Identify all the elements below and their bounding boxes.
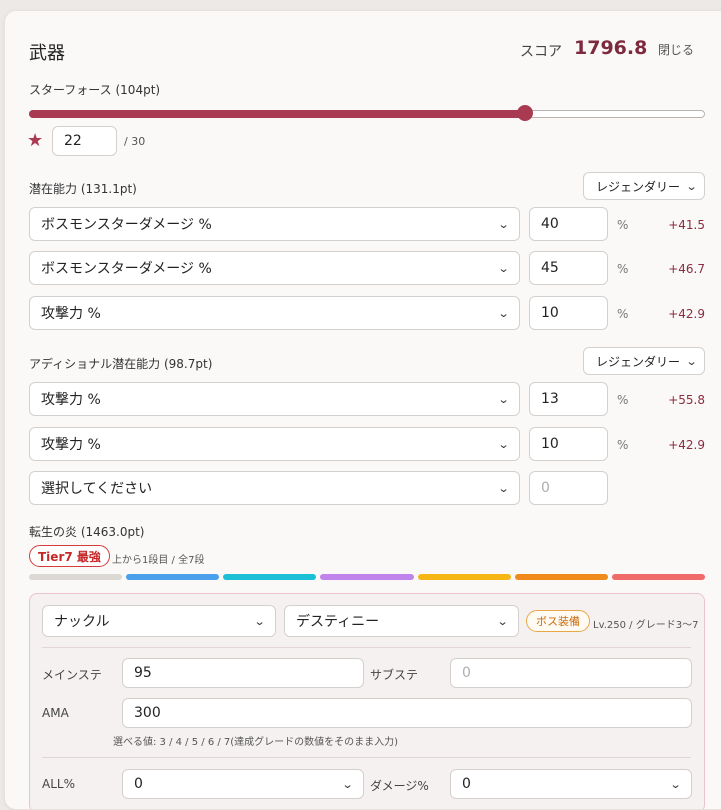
damage-value: 0 [462,776,471,792]
boss-equipment-badge: ボス装備 [526,610,590,632]
all-stat-select[interactable]: 0 ⌄ [122,769,364,799]
additional-stat-select-3[interactable]: 選択してください ⌄ [29,471,520,505]
star-icon: ★ [27,130,44,151]
level-grade-text: Lv.250 / グレード3〜7 [593,620,699,631]
chevron-down-icon: ⌄ [496,614,509,628]
chevron-down-icon: ⌄ [497,306,510,320]
potential-value-input-3[interactable] [529,296,608,330]
potential-stat-select-1[interactable]: ボスモンスターダメージ % ⌄ [29,207,520,241]
chevron-down-icon: ⌄ [497,392,510,406]
potential-delta-2: +46.7 [668,262,705,276]
close-button[interactable]: 閉じる [658,41,694,58]
starforce-max: / 30 [124,135,146,148]
damage-label: ダメージ% [370,779,429,793]
damage-select[interactable]: 0 ⌄ [450,769,692,799]
potential-unit-2: % [617,262,629,276]
additional-delta-2: +42.9 [668,438,705,452]
score-value: 1796.8 [574,37,648,59]
ama-input[interactable] [122,698,692,728]
tier-segment-4 [320,574,414,580]
chevron-down-icon: ⌄ [497,217,510,231]
additional-grade-value: レジェンダリー [596,354,681,369]
chevron-down-icon: ⌄ [669,777,682,791]
all-stat-value: 0 [134,776,143,792]
potential-delta-3: +42.9 [668,307,705,321]
divider [42,647,691,648]
additional-value-input-2[interactable] [529,427,608,461]
weapon-set-value: デスティニー [296,614,380,630]
potential-stat-value-2: ボスモンスターダメージ % [41,261,212,277]
additional-stat-select-2[interactable]: 攻撃力 % ⌄ [29,427,520,461]
divider [42,757,691,758]
main-stat-label: メインステ [42,668,102,682]
weapon-type-select[interactable]: ナックル ⌄ [42,605,276,637]
additional-value-input-3[interactable] [529,471,608,505]
additional-value-input-1[interactable] [529,382,608,416]
tier-segment-1 [29,574,123,580]
additional-label: アディショナル潜在能力 (98.7pt) [29,357,213,371]
potential-grade-select[interactable]: レジェンダリー ⌄ [583,172,705,200]
weapon-set-select[interactable]: デスティニー ⌄ [284,605,519,637]
potential-value-input-1[interactable] [529,207,608,241]
additional-stat-select-1[interactable]: 攻撃力 % ⌄ [29,382,520,416]
potential-stat-select-2[interactable]: ボスモンスターダメージ % ⌄ [29,251,520,285]
tier-segment-5 [417,574,511,580]
main-stat-input[interactable] [122,658,364,688]
tier-segment-3 [223,574,317,580]
potential-label: 潜在能力 (131.1pt) [29,182,137,196]
tier-badge: Tier7 最強 [29,545,110,567]
potential-delta-1: +41.5 [668,218,705,232]
tier-description: 上から1段目 / 全7段 [112,555,205,566]
potential-value-input-2[interactable] [529,251,608,285]
panel-title: 武器 [29,43,65,64]
potential-stat-select-3[interactable]: 攻撃力 % ⌄ [29,296,520,330]
ama-hint: 選べる値: 3 / 4 / 5 / 6 / 7(達成グレードの数値をそのまま入力… [113,737,399,748]
ama-label: AMA [42,706,69,720]
starforce-input[interactable] [52,126,117,156]
potential-grade-value: レジェンダリー [596,179,681,194]
weapon-type-value: ナックル [54,614,110,630]
sub-stat-input[interactable] [450,658,692,688]
chevron-down-icon: ⌄ [497,261,510,275]
weapon-panel: 武器 スコア 1796.8 閉じる スターフォース (104pt) ★ / 30… [4,10,721,810]
additional-unit-2: % [617,438,629,452]
starforce-slider-fill [29,110,525,118]
chevron-down-icon: ⌄ [497,437,510,451]
all-stat-label: ALL% [42,777,75,791]
tier-segment-2 [126,574,220,580]
starforce-label: スターフォース (104pt) [29,83,161,97]
score-label: スコア [520,44,562,60]
chevron-down-icon: ⌄ [497,481,510,495]
flame-label: 転生の炎 (1463.0pt) [29,525,145,539]
additional-delta-1: +55.8 [668,393,705,407]
tier-segment-7 [611,574,705,580]
additional-unit-1: % [617,393,629,407]
tier-segment-6 [514,574,608,580]
additional-grade-select[interactable]: レジェンダリー ⌄ [583,347,705,375]
potential-unit-1: % [617,218,629,232]
additional-stat-value-2: 攻撃力 % [41,437,101,453]
potential-unit-3: % [617,307,629,321]
chevron-down-icon: ⌄ [685,354,698,368]
additional-stat-value-1: 攻撃力 % [41,392,101,408]
potential-stat-value-1: ボスモンスターダメージ % [41,217,212,233]
potential-stat-value-3: 攻撃力 % [41,306,101,322]
sub-stat-label: サブステ [370,668,419,682]
chevron-down-icon: ⌄ [341,777,354,791]
additional-stat-value-3: 選択してください [41,481,153,497]
starforce-slider-thumb[interactable] [516,105,533,121]
chevron-down-icon: ⌄ [253,614,266,628]
chevron-down-icon: ⌄ [685,179,698,193]
